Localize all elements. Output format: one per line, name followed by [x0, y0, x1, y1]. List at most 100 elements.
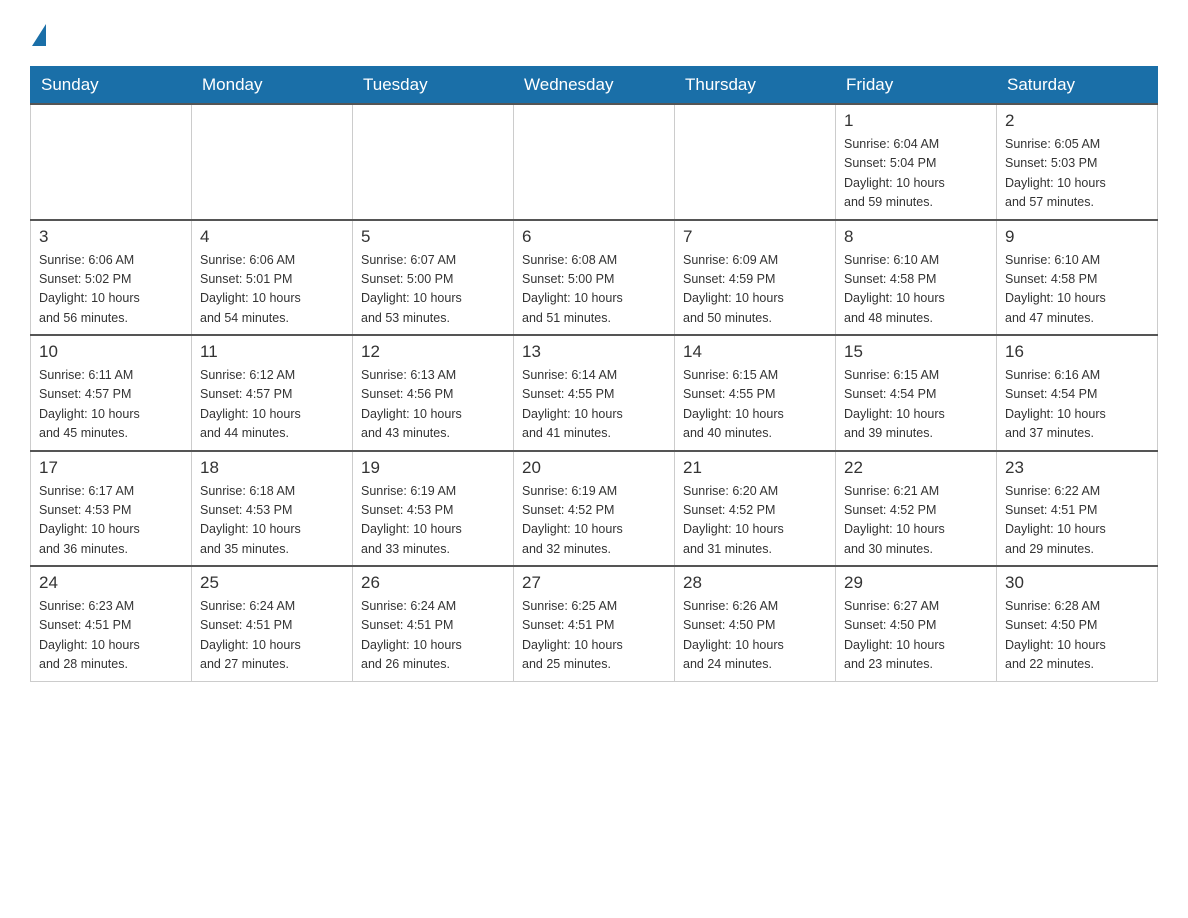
day-info: Sunrise: 6:18 AM Sunset: 4:53 PM Dayligh… — [200, 482, 344, 560]
calendar-cell-4-4: 28Sunrise: 6:26 AM Sunset: 4:50 PM Dayli… — [675, 566, 836, 681]
day-info: Sunrise: 6:10 AM Sunset: 4:58 PM Dayligh… — [1005, 251, 1149, 329]
calendar-cell-1-5: 8 Sunrise: 6:10 AM Sunset: 4:58 PM Daylig… — [836, 220, 997, 336]
day-number: 2 — [1005, 111, 1149, 131]
day-info: Sunrise: 6:26 AM Sunset: 4:50 PM Dayligh… — [683, 597, 827, 675]
day-info: Sunrise: 6:24 AM Sunset: 4:51 PM Dayligh… — [361, 597, 505, 675]
day-number: 7 — [683, 227, 827, 247]
day-number: 12 — [361, 342, 505, 362]
day-number: 4 — [200, 227, 344, 247]
day-number: 9 — [1005, 227, 1149, 247]
day-info: Sunrise: 6:14 AM Sunset: 4:55 PM Dayligh… — [522, 366, 666, 444]
day-number: 1 — [844, 111, 988, 131]
day-number: 30 — [1005, 573, 1149, 593]
day-info: Sunrise: 6:17 AM Sunset: 4:53 PM Dayligh… — [39, 482, 183, 560]
day-info: Sunrise: 6:25 AM Sunset: 4:51 PM Dayligh… — [522, 597, 666, 675]
day-number: 5 — [361, 227, 505, 247]
day-info: Sunrise: 6:15 AM Sunset: 4:55 PM Dayligh… — [683, 366, 827, 444]
week-row-3: 10 Sunrise: 6:11 AM Sunset: 4:57 PM Dayli… — [31, 335, 1158, 451]
calendar-cell-4-0: 24Sunrise: 6:23 AM Sunset: 4:51 PM Dayli… — [31, 566, 192, 681]
day-number: 19 — [361, 458, 505, 478]
day-number: 26 — [361, 573, 505, 593]
calendar-cell-0-6: 2 Sunrise: 6:05 AM Sunset: 5:03 PM Daylig… — [997, 104, 1158, 220]
day-number: 13 — [522, 342, 666, 362]
day-info: Sunrise: 6:06 AM Sunset: 5:02 PM Dayligh… — [39, 251, 183, 329]
weekday-header-saturday: Saturday — [997, 67, 1158, 105]
weekday-header-row: SundayMondayTuesdayWednesdayThursdayFrid… — [31, 67, 1158, 105]
calendar-cell-2-2: 12 Sunrise: 6:13 AM Sunset: 4:56 PM Dayli… — [353, 335, 514, 451]
day-info: Sunrise: 6:19 AM Sunset: 4:53 PM Dayligh… — [361, 482, 505, 560]
calendar-cell-3-1: 18 Sunrise: 6:18 AM Sunset: 4:53 PM Dayli… — [192, 451, 353, 567]
calendar-cell-4-3: 27 Sunrise: 6:25 AM Sunset: 4:51 PM Dayli… — [514, 566, 675, 681]
day-info: Sunrise: 6:09 AM Sunset: 4:59 PM Dayligh… — [683, 251, 827, 329]
weekday-header-wednesday: Wednesday — [514, 67, 675, 105]
weekday-header-tuesday: Tuesday — [353, 67, 514, 105]
day-number: 27 — [522, 573, 666, 593]
day-info: Sunrise: 6:05 AM Sunset: 5:03 PM Dayligh… — [1005, 135, 1149, 213]
calendar-cell-2-0: 10 Sunrise: 6:11 AM Sunset: 4:57 PM Dayli… — [31, 335, 192, 451]
calendar-cell-3-3: 20 Sunrise: 6:19 AM Sunset: 4:52 PM Dayli… — [514, 451, 675, 567]
calendar-table: SundayMondayTuesdayWednesdayThursdayFrid… — [30, 66, 1158, 682]
day-info: Sunrise: 6:07 AM Sunset: 5:00 PM Dayligh… — [361, 251, 505, 329]
day-info: Sunrise: 6:22 AM Sunset: 4:51 PM Dayligh… — [1005, 482, 1149, 560]
weekday-header-thursday: Thursday — [675, 67, 836, 105]
week-row-4: 17 Sunrise: 6:17 AM Sunset: 4:53 PM Dayli… — [31, 451, 1158, 567]
calendar-cell-0-2 — [353, 104, 514, 220]
day-info: Sunrise: 6:15 AM Sunset: 4:54 PM Dayligh… — [844, 366, 988, 444]
day-info: Sunrise: 6:16 AM Sunset: 4:54 PM Dayligh… — [1005, 366, 1149, 444]
logo — [30, 20, 46, 46]
calendar-cell-3-2: 19 Sunrise: 6:19 AM Sunset: 4:53 PM Dayli… — [353, 451, 514, 567]
calendar-cell-0-0 — [31, 104, 192, 220]
day-number: 3 — [39, 227, 183, 247]
day-number: 17 — [39, 458, 183, 478]
calendar-cell-2-6: 16 Sunrise: 6:16 AM Sunset: 4:54 PM Dayli… — [997, 335, 1158, 451]
day-number: 22 — [844, 458, 988, 478]
day-info: Sunrise: 6:21 AM Sunset: 4:52 PM Dayligh… — [844, 482, 988, 560]
day-number: 20 — [522, 458, 666, 478]
day-number: 6 — [522, 227, 666, 247]
calendar-cell-1-0: 3 Sunrise: 6:06 AM Sunset: 5:02 PM Daylig… — [31, 220, 192, 336]
day-number: 25 — [200, 573, 344, 593]
calendar-cell-1-3: 6 Sunrise: 6:08 AM Sunset: 5:00 PM Daylig… — [514, 220, 675, 336]
calendar-cell-0-1 — [192, 104, 353, 220]
day-number: 18 — [200, 458, 344, 478]
weekday-header-monday: Monday — [192, 67, 353, 105]
calendar-cell-1-1: 4 Sunrise: 6:06 AM Sunset: 5:01 PM Daylig… — [192, 220, 353, 336]
calendar-cell-2-5: 15 Sunrise: 6:15 AM Sunset: 4:54 PM Dayli… — [836, 335, 997, 451]
day-number: 29 — [844, 573, 988, 593]
calendar-cell-2-4: 14Sunrise: 6:15 AM Sunset: 4:55 PM Dayli… — [675, 335, 836, 451]
day-number: 10 — [39, 342, 183, 362]
day-info: Sunrise: 6:20 AM Sunset: 4:52 PM Dayligh… — [683, 482, 827, 560]
calendar-cell-4-6: 30 Sunrise: 6:28 AM Sunset: 4:50 PM Dayli… — [997, 566, 1158, 681]
day-info: Sunrise: 6:06 AM Sunset: 5:01 PM Dayligh… — [200, 251, 344, 329]
calendar-cell-3-0: 17 Sunrise: 6:17 AM Sunset: 4:53 PM Dayli… — [31, 451, 192, 567]
day-info: Sunrise: 6:13 AM Sunset: 4:56 PM Dayligh… — [361, 366, 505, 444]
weekday-header-friday: Friday — [836, 67, 997, 105]
weekday-header-sunday: Sunday — [31, 67, 192, 105]
day-number: 15 — [844, 342, 988, 362]
calendar-cell-0-4 — [675, 104, 836, 220]
day-info: Sunrise: 6:19 AM Sunset: 4:52 PM Dayligh… — [522, 482, 666, 560]
day-info: Sunrise: 6:10 AM Sunset: 4:58 PM Dayligh… — [844, 251, 988, 329]
day-info: Sunrise: 6:24 AM Sunset: 4:51 PM Dayligh… — [200, 597, 344, 675]
day-info: Sunrise: 6:28 AM Sunset: 4:50 PM Dayligh… — [1005, 597, 1149, 675]
day-number: 24 — [39, 573, 183, 593]
day-number: 16 — [1005, 342, 1149, 362]
calendar-cell-4-1: 25 Sunrise: 6:24 AM Sunset: 4:51 PM Dayli… — [192, 566, 353, 681]
calendar-cell-2-3: 13 Sunrise: 6:14 AM Sunset: 4:55 PM Dayli… — [514, 335, 675, 451]
calendar-cell-3-5: 22 Sunrise: 6:21 AM Sunset: 4:52 PM Dayli… — [836, 451, 997, 567]
week-row-1: 1 Sunrise: 6:04 AM Sunset: 5:04 PM Daylig… — [31, 104, 1158, 220]
day-number: 11 — [200, 342, 344, 362]
calendar-cell-2-1: 11Sunrise: 6:12 AM Sunset: 4:57 PM Dayli… — [192, 335, 353, 451]
page-header — [30, 20, 1158, 46]
calendar-cell-4-5: 29 Sunrise: 6:27 AM Sunset: 4:50 PM Dayli… — [836, 566, 997, 681]
day-info: Sunrise: 6:04 AM Sunset: 5:04 PM Dayligh… — [844, 135, 988, 213]
day-info: Sunrise: 6:08 AM Sunset: 5:00 PM Dayligh… — [522, 251, 666, 329]
calendar-cell-3-6: 23Sunrise: 6:22 AM Sunset: 4:51 PM Dayli… — [997, 451, 1158, 567]
logo-triangle-icon — [32, 24, 46, 46]
day-number: 21 — [683, 458, 827, 478]
day-number: 8 — [844, 227, 988, 247]
calendar-cell-1-2: 5 Sunrise: 6:07 AM Sunset: 5:00 PM Daylig… — [353, 220, 514, 336]
calendar-cell-1-4: 7 Sunrise: 6:09 AM Sunset: 4:59 PM Daylig… — [675, 220, 836, 336]
day-info: Sunrise: 6:27 AM Sunset: 4:50 PM Dayligh… — [844, 597, 988, 675]
day-info: Sunrise: 6:11 AM Sunset: 4:57 PM Dayligh… — [39, 366, 183, 444]
